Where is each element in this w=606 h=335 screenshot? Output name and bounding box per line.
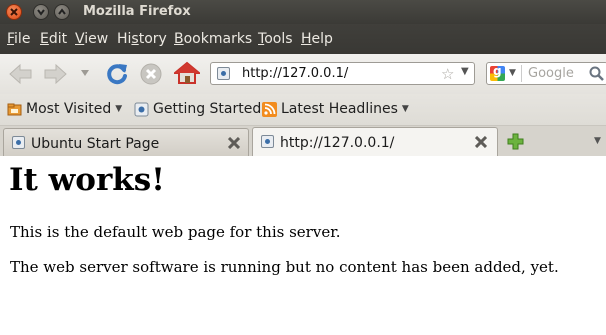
menu-help[interactable]: Help — [301, 31, 333, 47]
url-text[interactable]: http://127.0.0.1/ — [242, 66, 348, 81]
page-heading: It works! — [9, 162, 165, 198]
new-tab-button[interactable] — [507, 133, 524, 154]
reload-icon — [107, 64, 127, 85]
site-identity-icon[interactable] — [217, 67, 230, 80]
bookmark-label: Getting Started — [153, 101, 262, 117]
tab-localhost[interactable]: http://127.0.0.1/ — [252, 127, 498, 156]
back-button[interactable] — [8, 63, 34, 85]
page-paragraph: The web server software is running but n… — [10, 258, 559, 276]
page-icon — [261, 135, 274, 148]
stop-button[interactable] — [139, 62, 163, 86]
close-tab-icon[interactable] — [228, 137, 240, 149]
url-history-dropdown-icon[interactable]: ▼ — [461, 66, 469, 77]
page-content: It works! This is the default web page f… — [0, 156, 606, 335]
menu-bookmarks[interactable]: Bookmarks — [174, 31, 252, 47]
tab-ubuntu-start-page[interactable]: Ubuntu Start Page — [3, 128, 249, 156]
window-title: Mozilla Firefox — [83, 4, 191, 19]
close-icon — [10, 8, 18, 16]
menu-tools[interactable]: Tools — [258, 31, 293, 47]
search-box[interactable]: ▼ Google — [486, 62, 606, 85]
search-icon[interactable] — [589, 66, 605, 86]
engine-dropdown-icon[interactable]: ▼ — [509, 68, 516, 78]
menubar: File Edit View History Bookmarks Tools H… — [0, 24, 606, 54]
maximize-icon — [58, 8, 66, 15]
window-close-button[interactable] — [6, 4, 22, 20]
tab-label: http://127.0.0.1/ — [280, 135, 395, 151]
home-button[interactable] — [174, 61, 200, 85]
stop-icon — [140, 63, 162, 85]
menu-view[interactable]: View — [75, 31, 108, 47]
bookmark-star-icon[interactable]: ☆ — [441, 65, 454, 83]
home-icon — [174, 61, 200, 84]
page-paragraph: This is the default web page for this se… — [10, 223, 341, 241]
google-engine-icon[interactable] — [490, 64, 505, 81]
reload-button[interactable] — [105, 62, 129, 86]
menu-edit[interactable]: Edit — [40, 31, 67, 47]
list-all-tabs-icon[interactable]: ▼ — [594, 136, 601, 146]
tab-label: Ubuntu Start Page — [31, 136, 160, 152]
bookmark-label: Latest Headlines — [281, 101, 398, 117]
close-tab-icon[interactable] — [475, 136, 487, 148]
chevron-down-icon — [81, 70, 89, 76]
rss-feed-icon — [262, 101, 277, 117]
window-minimize-button[interactable] — [33, 4, 49, 20]
chevron-down-icon: ▼ — [115, 104, 123, 114]
window-maximize-button[interactable] — [54, 4, 70, 20]
page-icon — [12, 136, 25, 149]
bookmark-most-visited[interactable]: Most Visited ▼ — [7, 101, 122, 117]
forward-button[interactable] — [42, 63, 68, 85]
plus-icon — [507, 133, 524, 150]
bookmark-getting-started[interactable]: Getting Started — [134, 101, 261, 117]
search-input-placeholder[interactable]: Google — [528, 66, 574, 81]
bookmark-label: Most Visited — [26, 101, 112, 117]
chevron-down-icon: ▼ — [401, 104, 409, 114]
url-bar[interactable]: http://127.0.0.1/ ☆ ▼ — [210, 62, 475, 85]
back-arrow-icon — [9, 63, 32, 85]
folder-icon — [7, 102, 22, 117]
menu-history[interactable]: History — [117, 31, 167, 47]
page-icon — [134, 102, 149, 117]
bookmarks-toolbar: Most Visited ▼ Getting Started Latest He… — [0, 94, 606, 126]
window-titlebar: Mozilla Firefox — [0, 0, 606, 24]
menu-file[interactable]: File — [7, 31, 30, 47]
forward-arrow-icon — [44, 63, 67, 85]
search-separator — [521, 65, 522, 82]
bookmark-latest-headlines[interactable]: Latest Headlines ▼ — [262, 101, 409, 117]
minimize-icon — [37, 9, 45, 16]
history-dropdown[interactable] — [80, 69, 90, 77]
